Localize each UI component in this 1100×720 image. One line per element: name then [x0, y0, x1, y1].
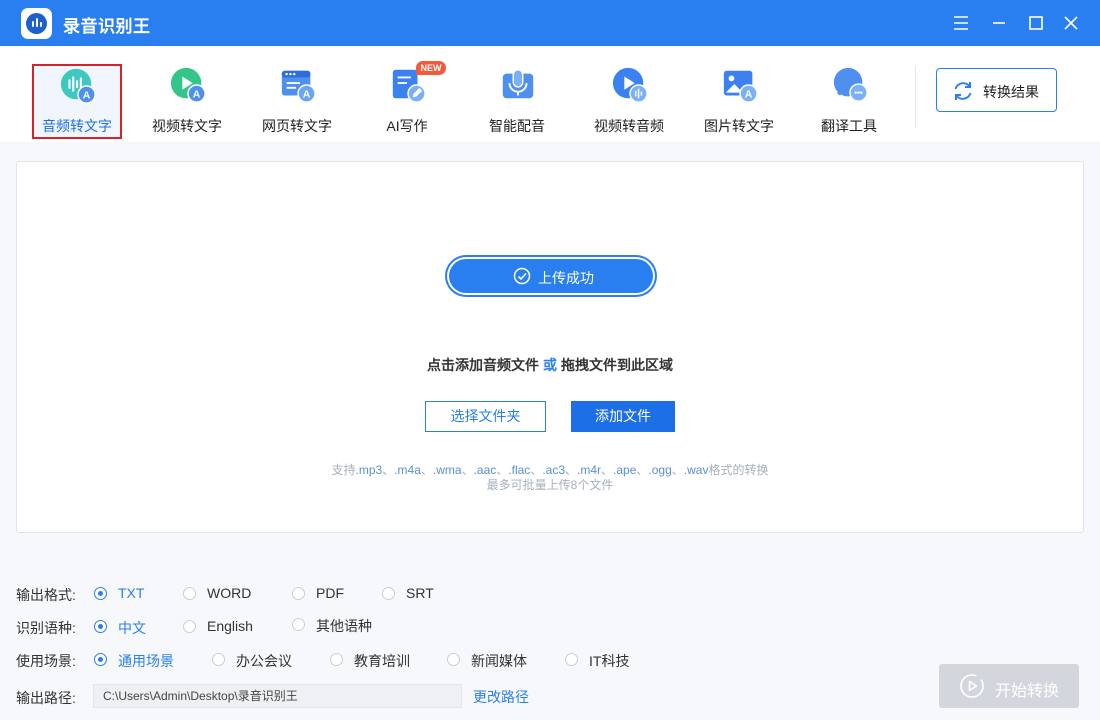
- scene-label: 使用场景:: [16, 653, 76, 669]
- select-folder-button[interactable]: 选择文件夹: [425, 401, 546, 432]
- tool-label: AI写作: [386, 118, 428, 134]
- tool-video-to-audio[interactable]: 视频转音频: [580, 46, 678, 142]
- webpage-to-text-icon: A: [281, 70, 316, 103]
- format-mp3: .mp3: [355, 463, 383, 477]
- language-label: 识别语种:: [16, 620, 76, 636]
- start-conversion-button[interactable]: 开始转换: [939, 664, 1079, 708]
- check-circle-icon: [513, 267, 531, 285]
- support-prefix: 支持: [331, 463, 356, 477]
- upload-limit: 最多可批量上传8个文件: [486, 478, 614, 492]
- tool-video-to-text[interactable]: A 视频转文字: [138, 46, 236, 142]
- menu-icon[interactable]: [949, 11, 973, 35]
- format-wav: .wav: [683, 463, 709, 477]
- svg-text:A: A: [303, 89, 311, 100]
- format-aac: .aac: [473, 463, 497, 477]
- tool-label: 视频转文字: [152, 118, 222, 134]
- radio-label: WORD: [207, 585, 252, 601]
- upload-success-label: 上传成功: [538, 270, 594, 286]
- tool-translate[interactable]: 翻译工具: [800, 46, 898, 142]
- radio-label: 中文: [118, 620, 146, 636]
- format-flac: .flac: [508, 463, 531, 477]
- app-logo: [21, 8, 52, 39]
- minimize-icon[interactable]: [987, 11, 1011, 35]
- maximize-icon[interactable]: [1024, 11, 1048, 35]
- drop-hint: 点击添加音频文件或拖拽文件到此区域: [0, 355, 1100, 375]
- conversion-results-label: 转换结果: [983, 84, 1039, 100]
- format-ogg: .ogg: [648, 463, 672, 477]
- smart-dubbing-icon: [502, 69, 534, 99]
- output-path-field[interactable]: C:\Users\Admin\Desktop\录音识别王: [93, 684, 462, 708]
- play-circle-icon: [960, 674, 984, 698]
- video-to-text-icon: A: [170, 67, 206, 103]
- feature-toolbar: A 音频转文字 A 视频转文字 A 网页转文字 AI写作 NEW 智能配音 视频…: [0, 46, 1100, 142]
- tool-audio-to-text[interactable]: A 音频转文字: [32, 64, 122, 139]
- tool-image-to-text[interactable]: A 图片转文字: [690, 46, 788, 142]
- radio-label: IT科技: [589, 653, 630, 669]
- output-format-label: 输出格式:: [16, 587, 76, 603]
- format-ape: .ape: [613, 463, 637, 477]
- conversion-results-button[interactable]: 转换结果: [936, 68, 1057, 112]
- tool-label: 翻译工具: [821, 118, 877, 134]
- format-ac3: .ac3: [542, 463, 566, 477]
- svg-text:A: A: [193, 89, 201, 100]
- radio-label: PDF: [316, 585, 344, 601]
- audio-to-text-icon: A: [60, 68, 96, 104]
- app-title: 录音识别王: [63, 17, 151, 36]
- radio-label: 新闻媒体: [471, 653, 527, 669]
- hint-or: 或: [543, 357, 557, 373]
- radio-label: English: [207, 618, 253, 634]
- start-conversion-label: 开始转换: [995, 683, 1060, 700]
- tool-smart-dubbing[interactable]: 智能配音: [468, 46, 566, 142]
- add-file-button[interactable]: 添加文件: [571, 401, 675, 432]
- radio-label: 教育培训: [354, 653, 410, 669]
- output-path-label: 输出路径:: [16, 690, 76, 706]
- video-to-audio-icon: [612, 67, 648, 103]
- tool-webpage-to-text[interactable]: A 网页转文字: [248, 46, 346, 142]
- title-bar: 录音识别王: [0, 0, 1100, 46]
- hint-suffix: 拖拽文件到此区域: [561, 357, 673, 373]
- format-wma: .wma: [432, 463, 462, 477]
- support-suffix: 格式的转换: [708, 463, 769, 477]
- tool-label: 视频转音频: [594, 118, 664, 134]
- radio-label: SRT: [406, 585, 434, 601]
- tool-label: 网页转文字: [262, 118, 332, 134]
- tool-label: 智能配音: [489, 118, 545, 134]
- hint-prefix: 点击添加音频文件: [427, 357, 539, 373]
- close-icon[interactable]: [1059, 11, 1083, 35]
- tool-label: 图片转文字: [704, 118, 774, 134]
- radio-label: TXT: [118, 585, 145, 601]
- svg-text:A: A: [83, 90, 91, 101]
- change-path-link[interactable]: 更改路径: [473, 687, 529, 707]
- format-m4a: .m4a: [394, 463, 421, 477]
- radio-label: 其他语种: [316, 618, 372, 634]
- toolbar-divider: [915, 66, 916, 128]
- radio-label: 办公会议: [236, 653, 292, 669]
- upload-success-badge: 上传成功: [449, 259, 653, 293]
- format-m4r: .m4r: [577, 463, 602, 477]
- radio-label: 通用场景: [118, 653, 174, 669]
- image-to-text-icon: A: [723, 70, 758, 103]
- new-badge: NEW: [416, 61, 446, 75]
- refresh-icon: [954, 82, 972, 100]
- tool-label: 音频转文字: [42, 118, 112, 134]
- translate-icon: [833, 67, 868, 102]
- svg-text:A: A: [745, 89, 753, 100]
